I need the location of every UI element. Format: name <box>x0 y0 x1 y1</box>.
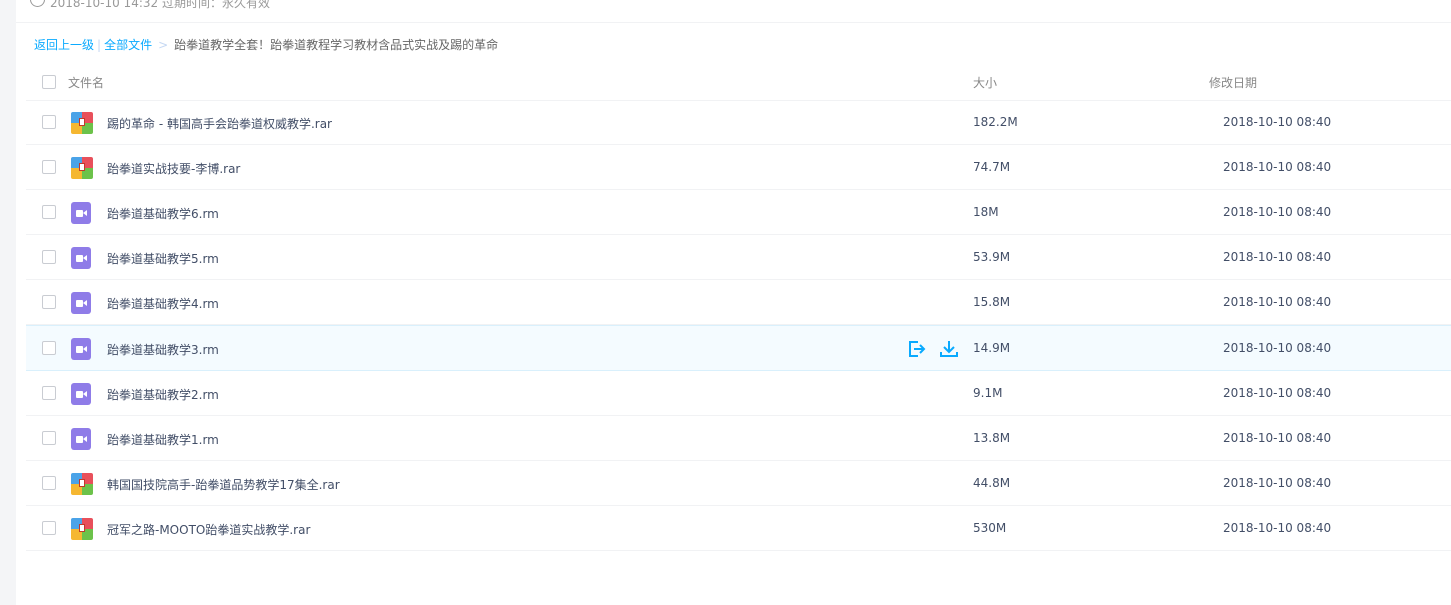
table-row[interactable]: 跆拳道实战技要-李博.rar 74.7M 2018-10-10 08:40 <box>26 145 1451 190</box>
file-size: 13.8M <box>973 431 1011 445</box>
rar-file-icon <box>71 112 93 134</box>
file-date: 2018-10-10 08:40 <box>1223 295 1332 309</box>
header-size[interactable]: 大小 <box>973 74 997 91</box>
file-size: 74.7M <box>973 160 1011 174</box>
row-checkbox[interactable] <box>42 295 56 309</box>
file-name[interactable]: 跆拳道基础教学6.rm <box>107 205 219 222</box>
header-name[interactable]: 文件名 <box>68 74 104 91</box>
file-date: 2018-10-10 08:40 <box>1223 341 1332 355</box>
file-name[interactable]: 跆拳道基础教学5.rm <box>107 250 219 267</box>
current-folder: 跆拳道教学全套！跆拳道教程学习教材含品式实战及踢的革命 <box>174 38 499 52</box>
video-file-icon <box>71 202 93 224</box>
row-checkbox[interactable] <box>42 160 56 174</box>
video-file-icon <box>71 338 93 360</box>
file-name[interactable]: 跆拳道基础教学2.rm <box>107 386 219 403</box>
table-row[interactable]: 跆拳道基础教学6.rm 18M 2018-10-10 08:40 <box>26 190 1451 235</box>
table-row[interactable]: 冠军之路-MOOTO跆拳道实战教学.rar 530M 2018-10-10 08:4… <box>26 506 1451 551</box>
table-row[interactable]: 跆拳道基础教学5.rm 53.9M 2018-10-10 08:40 <box>26 235 1451 280</box>
row-checkbox[interactable] <box>42 115 56 129</box>
file-size: 14.9M <box>973 341 1011 355</box>
table-row[interactable]: 踢的革命 - 韩国高手会跆拳道权威教学.rar 182.2M 2018-10-10 … <box>26 100 1451 145</box>
file-date: 2018-10-10 08:40 <box>1223 115 1332 129</box>
file-rows: 踢的革命 - 韩国高手会跆拳道权威教学.rar 182.2M 2018-10-10 … <box>26 100 1451 551</box>
select-all-checkbox[interactable] <box>42 75 56 89</box>
share-icon[interactable] <box>907 340 927 358</box>
row-checkbox[interactable] <box>42 386 56 400</box>
video-file-icon <box>71 247 93 269</box>
file-name[interactable]: 跆拳道基础教学3.rm <box>107 341 219 358</box>
file-name[interactable]: 跆拳道基础教学4.rm <box>107 295 219 312</box>
all-files-link[interactable]: 全部文件 <box>104 38 152 52</box>
video-file-icon <box>71 292 93 314</box>
breadcrumb-separator: | <box>97 38 102 52</box>
file-size: 53.9M <box>973 250 1011 264</box>
table-row[interactable]: 跆拳道基础教学2.rm 9.1M 2018-10-10 08:40 <box>26 371 1451 416</box>
table-row[interactable]: 韩国国技院高手-跆拳道品势教学17集全.rar 44.8M 2018-10-10 0… <box>26 461 1451 506</box>
row-checkbox[interactable] <box>42 521 56 535</box>
download-icon[interactable] <box>939 340 959 358</box>
row-checkbox[interactable] <box>42 341 56 355</box>
share-meta-text: 2018-10-10 14:32 过期时间：永久有效 <box>50 0 270 10</box>
file-name[interactable]: 踢的革命 - 韩国高手会跆拳道权威教学.rar <box>107 115 332 132</box>
file-size: 18M <box>973 205 999 219</box>
file-date: 2018-10-10 08:40 <box>1223 386 1332 400</box>
table-row[interactable]: 跆拳道基础教学1.rm 13.8M 2018-10-10 08:40 <box>26 416 1451 461</box>
file-date: 2018-10-10 08:40 <box>1223 205 1332 219</box>
file-size: 182.2M <box>973 115 1018 129</box>
file-date: 2018-10-10 08:40 <box>1223 521 1332 535</box>
row-checkbox[interactable] <box>42 205 56 219</box>
breadcrumb-chevron: > <box>158 38 169 52</box>
table-header: 文件名 大小 修改日期 <box>26 60 1451 101</box>
header-date[interactable]: 修改日期 <box>1209 74 1257 91</box>
video-file-icon <box>71 428 93 450</box>
file-date: 2018-10-10 08:40 <box>1223 250 1332 264</box>
table-row[interactable]: 跆拳道基础教学4.rm 15.8M 2018-10-10 08:40 <box>26 280 1451 325</box>
file-name[interactable]: 跆拳道基础教学1.rm <box>107 431 219 448</box>
file-date: 2018-10-10 08:40 <box>1223 160 1332 174</box>
rar-file-icon <box>71 518 93 540</box>
file-date: 2018-10-10 08:40 <box>1223 431 1332 445</box>
share-meta-bar: 2018-10-10 14:32 过期时间：永久有效 <box>16 0 1451 23</box>
row-checkbox[interactable] <box>42 476 56 490</box>
rar-file-icon <box>71 157 93 179</box>
file-size: 9.1M <box>973 386 1003 400</box>
row-checkbox[interactable] <box>42 250 56 264</box>
clock-icon <box>30 0 45 7</box>
file-date: 2018-10-10 08:40 <box>1223 476 1332 490</box>
file-name[interactable]: 跆拳道实战技要-李博.rar <box>107 160 240 177</box>
row-checkbox[interactable] <box>42 431 56 445</box>
breadcrumb: 返回上一级 | 全部文件 > 跆拳道教学全套！跆拳道教程学习教材含品式实战及踢的革命 <box>34 36 498 52</box>
back-link[interactable]: 返回上一级 <box>34 38 94 52</box>
file-name[interactable]: 韩国国技院高手-跆拳道品势教学17集全.rar <box>107 476 340 493</box>
file-size: 530M <box>973 521 1007 535</box>
video-file-icon <box>71 383 93 405</box>
file-size: 44.8M <box>973 476 1011 490</box>
rar-file-icon <box>71 473 93 495</box>
file-size: 15.8M <box>973 295 1011 309</box>
table-row[interactable]: 跆拳道基础教学3.rm 14.9M 2018-10-10 08:40 <box>26 325 1451 371</box>
file-name[interactable]: 冠军之路-MOOTO跆拳道实战教学.rar <box>107 521 310 538</box>
file-list-page: 2018-10-10 14:32 过期时间：永久有效 返回上一级 | 全部文件 > 跆拳… <box>16 0 1451 605</box>
